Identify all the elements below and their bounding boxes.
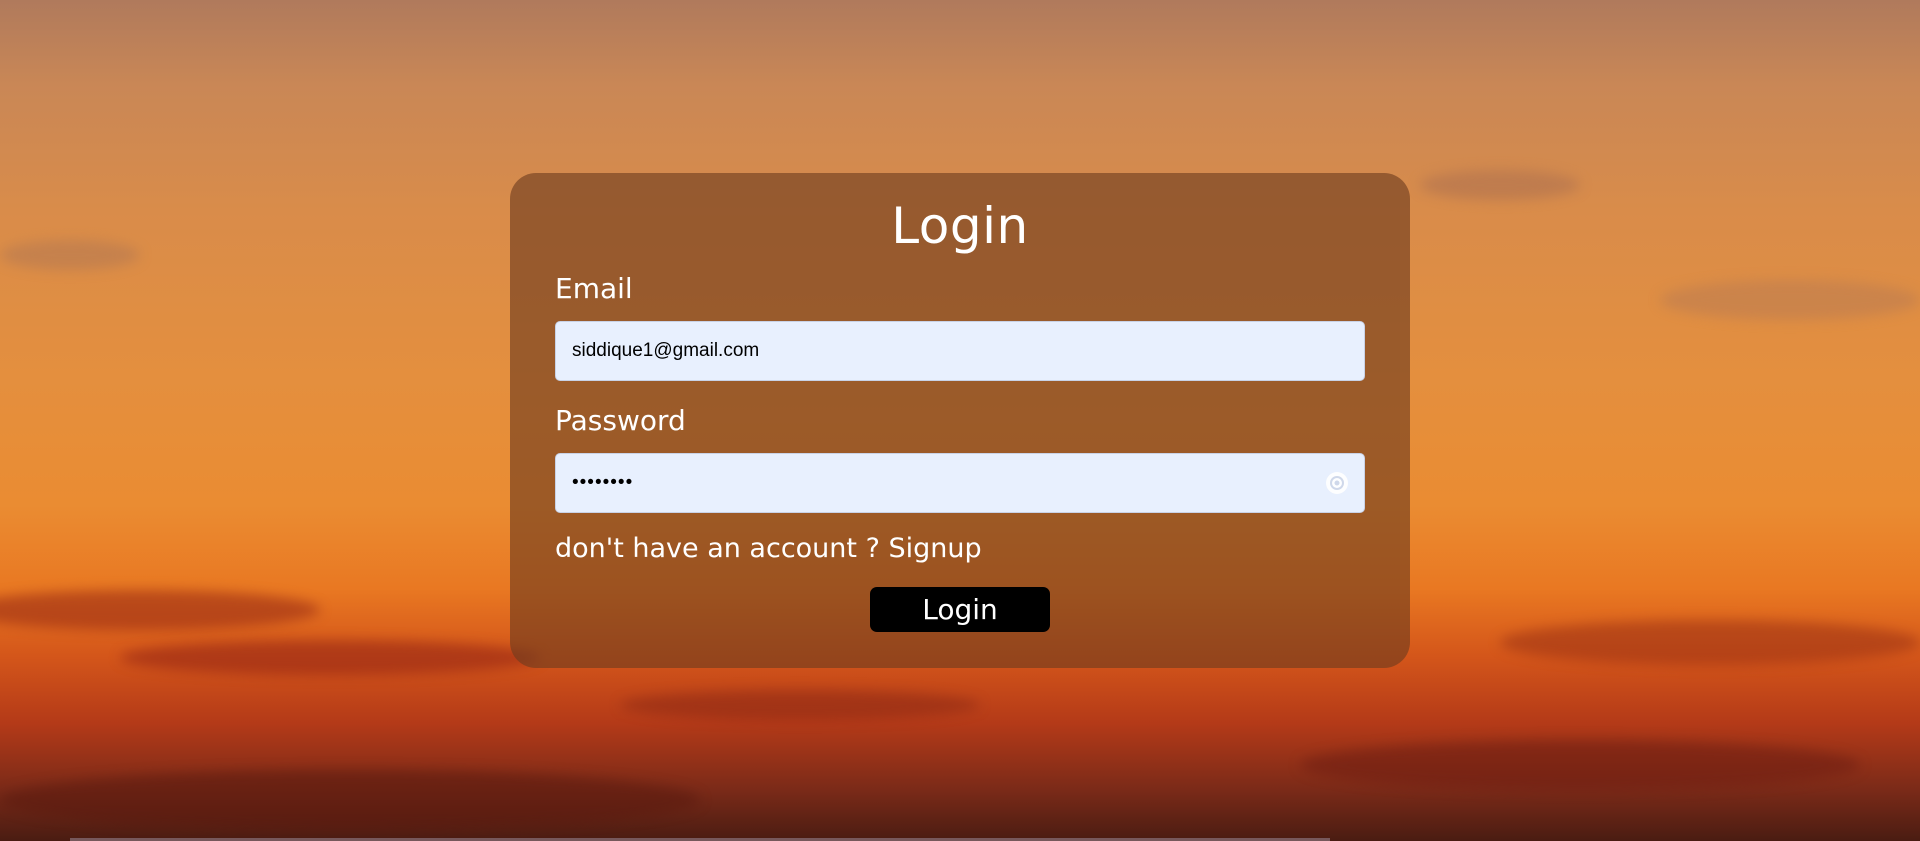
cloud [0, 770, 700, 830]
email-field[interactable] [555, 321, 1365, 381]
cloud [1660, 280, 1920, 320]
email-field-wrapper [555, 321, 1365, 381]
cloud [1420, 170, 1580, 200]
cloud [120, 640, 540, 675]
cloud [0, 240, 140, 270]
login-card: Login Email Password don't have an accou… [510, 173, 1410, 668]
cloud [0, 590, 320, 630]
password-field[interactable] [555, 453, 1365, 513]
cloud [1500, 620, 1920, 665]
eye-icon[interactable] [1323, 469, 1351, 497]
signup-prompt-line: don't have an account ? Signup [555, 533, 1365, 565]
login-title: Login [891, 197, 1029, 255]
cloud [620, 690, 980, 720]
password-field-wrapper [555, 453, 1365, 513]
signup-prompt: don't have an account ? [555, 533, 880, 564]
email-label: Email [555, 272, 633, 305]
login-button[interactable]: Login [870, 587, 1050, 633]
password-label: Password [555, 404, 686, 437]
cloud [1300, 740, 1860, 790]
signup-link[interactable]: Signup [889, 533, 982, 564]
